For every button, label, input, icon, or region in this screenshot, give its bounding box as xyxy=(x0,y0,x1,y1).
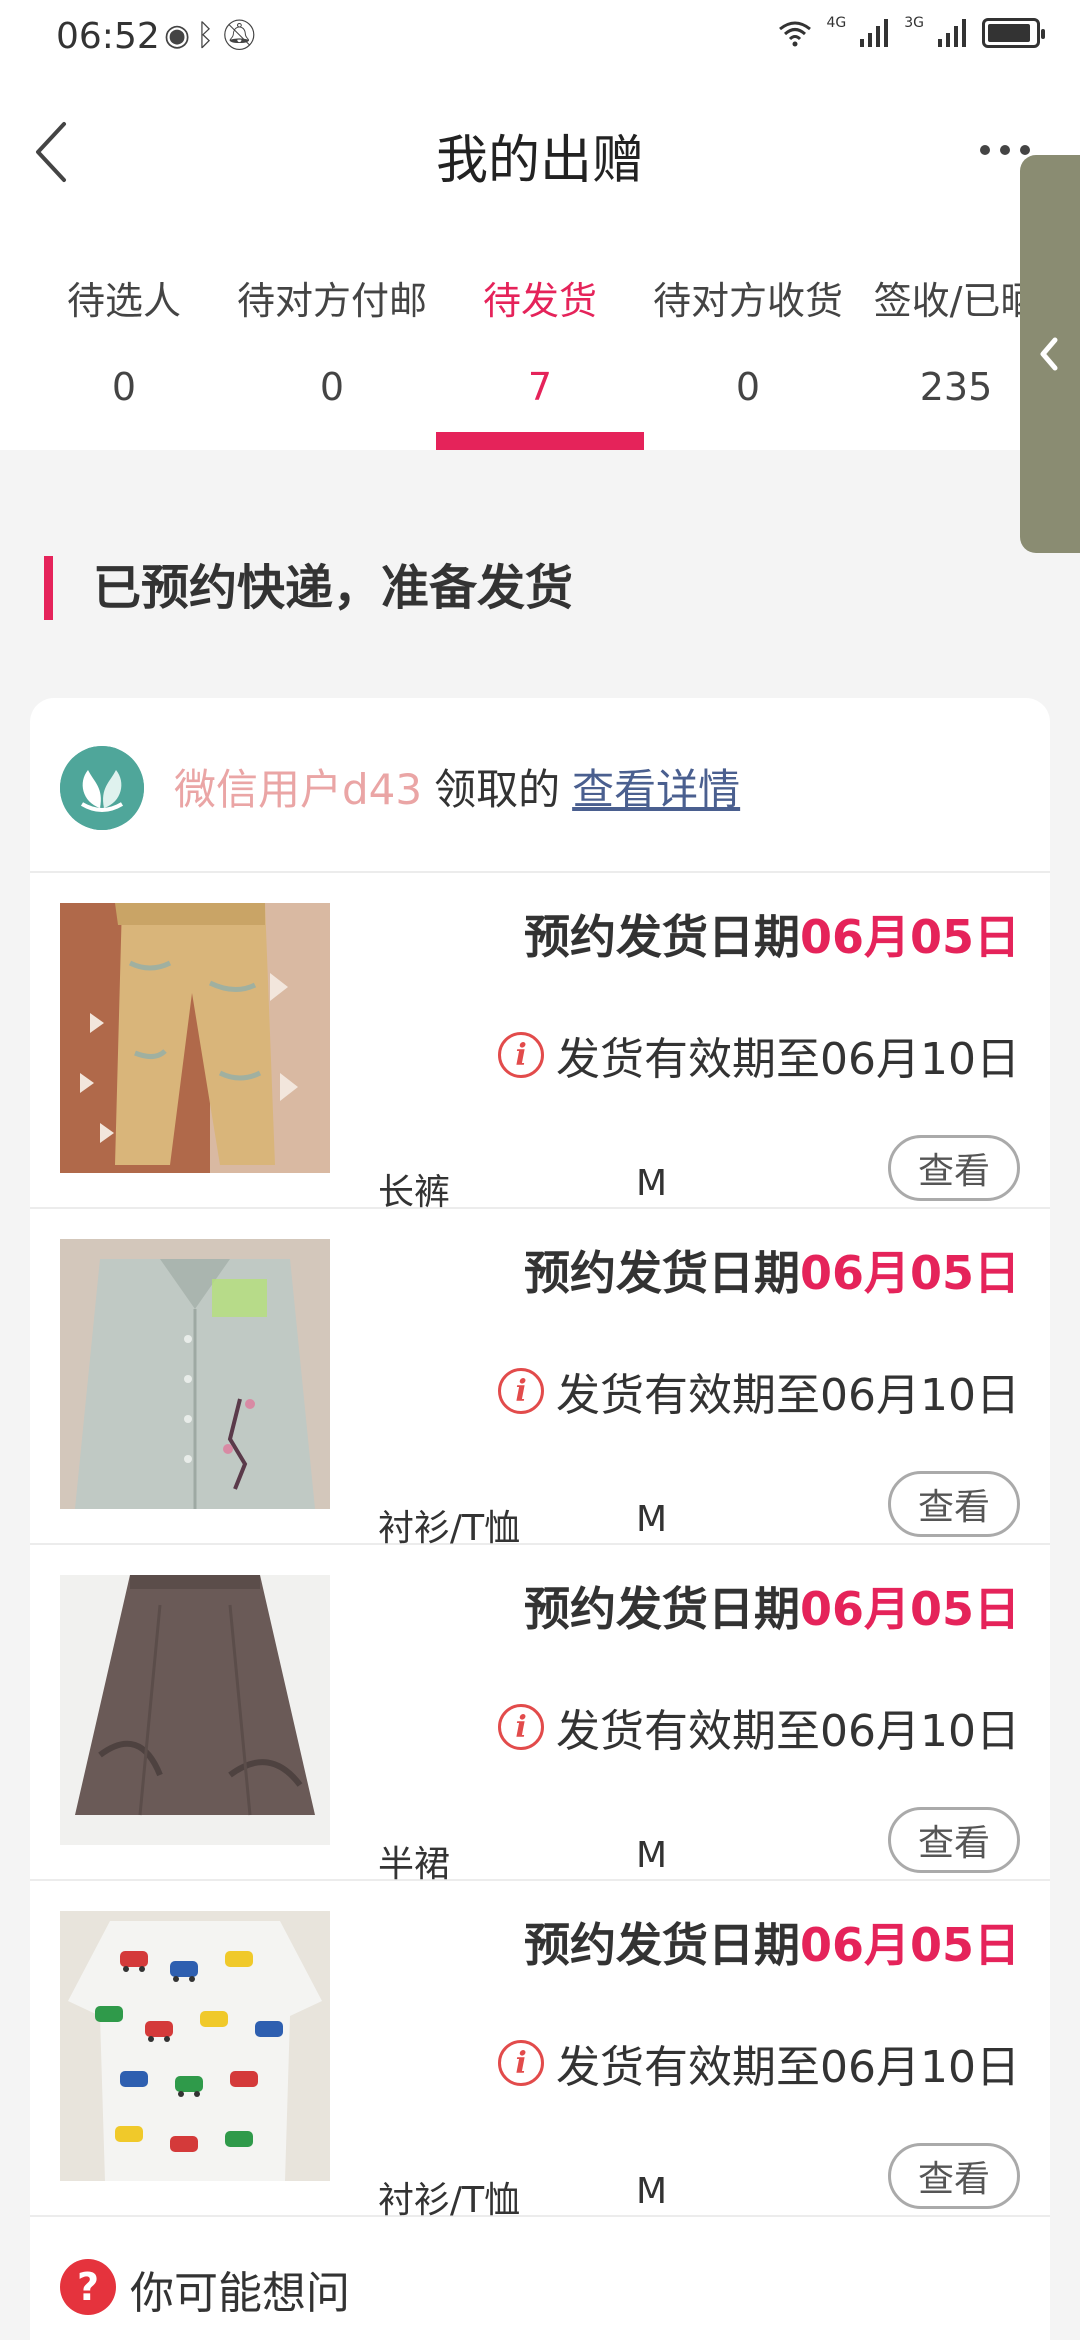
item-size: M xyxy=(636,1163,668,1204)
validity-text: 发货有效期至06月10日 xyxy=(556,1706,1020,1757)
info-icon: i xyxy=(498,1032,545,1078)
tab-label: 待对方收货 xyxy=(652,279,843,323)
tab-count: 0 xyxy=(735,365,761,409)
ship-date-line: 预约发货日期06月05日 xyxy=(524,1237,1020,1303)
item-category: 衬衫/T恤 xyxy=(378,2180,521,2221)
info-icon: i xyxy=(498,1368,545,1414)
list-item: 预约发货日期06月05日 i 发货有效期至06月10日 半裙 M 查看 xyxy=(30,1545,1050,1885)
validity-text: 发货有效期至06月10日 xyxy=(556,2042,1020,2093)
view-button[interactable]: 查看 xyxy=(888,1135,1020,1201)
more-dot-icon xyxy=(980,145,990,155)
app-header: 我的出赠 xyxy=(0,80,1080,230)
side-drawer-handle[interactable] xyxy=(1020,155,1080,553)
more-dot-icon xyxy=(1000,145,1010,155)
page-title: 我的出赠 xyxy=(435,131,644,191)
item-size: M xyxy=(636,2171,668,2212)
validity-row: i 发货有效期至06月10日 xyxy=(498,1023,1020,1087)
more-dot-icon xyxy=(1020,145,1030,155)
status-bar: 06:52 ◉ᛒ🔕︎ 4G 3G xyxy=(0,0,1080,80)
battery-icon xyxy=(982,18,1045,48)
ship-date-value: 06月05日 xyxy=(799,1582,1020,1636)
tab-label: 待发货 xyxy=(482,279,597,323)
tab-label: 待对方付邮 xyxy=(236,279,427,323)
status-time: 06:52 xyxy=(56,16,160,57)
net-label-3g: 3G xyxy=(904,15,924,31)
donation-card: 微信用户d43 领取的 查看详情 预约发货日期06月05日 i 发货有效期至06月10… xyxy=(30,698,1050,2340)
validity-text: 发货有效期至06月10日 xyxy=(556,1034,1020,1085)
tab-pending-select[interactable]: 待选人 0 xyxy=(20,270,228,409)
receiver-name[interactable]: 微信用户d43 xyxy=(174,765,422,814)
validity-row: i 发货有效期至06月10日 xyxy=(498,2031,1020,2095)
tab-count: 0 xyxy=(319,365,345,409)
ship-date-label: 预约发货日期 xyxy=(523,1582,800,1636)
status-tabs: 待选人 0 待对方付邮 0 待发货 7 待对方收货 0 签收/已晒 235 xyxy=(0,230,1080,450)
ship-date-line: 预约发货日期06月05日 xyxy=(524,1573,1020,1639)
ship-date-line: 预约发货日期06月05日 xyxy=(524,1909,1020,1975)
tab-pending-postage[interactable]: 待对方付邮 0 xyxy=(228,270,436,409)
view-button[interactable]: 查看 xyxy=(888,1471,1020,1537)
leaf-logo-icon xyxy=(60,746,144,830)
item-category: 衬衫/T恤 xyxy=(378,1508,521,1549)
signal-icon xyxy=(938,19,966,47)
item-category: 长裤 xyxy=(378,1172,451,1213)
faq-label: 你可能想问 xyxy=(130,2268,350,2319)
mute-bell-icon: 🔕︎ xyxy=(220,18,265,53)
avatar[interactable] xyxy=(60,746,144,830)
ship-date-value: 06月05日 xyxy=(799,1246,1020,1300)
item-photo[interactable] xyxy=(60,1575,330,1845)
info-icon: i xyxy=(498,1704,545,1750)
item-photo[interactable] xyxy=(60,1911,330,2181)
ship-date-label: 预约发货日期 xyxy=(523,1918,800,1972)
tab-pending-receipt[interactable]: 待对方收货 0 xyxy=(644,270,852,409)
view-button[interactable]: 查看 xyxy=(888,1807,1020,1873)
section-title: 已预约快递，准备发货 xyxy=(44,556,573,620)
list-item: 预约发货日期06月05日 i 发货有效期至06月10日 衬衫/T恤 M 查看 xyxy=(30,1881,1050,2221)
eye-icon: ◉ xyxy=(164,18,197,53)
ship-date-value: 06月05日 xyxy=(799,1918,1020,1972)
view-button[interactable]: 查看 xyxy=(888,2143,1020,2209)
validity-text: 发货有效期至06月10日 xyxy=(556,1370,1020,1421)
wifi-icon xyxy=(779,21,812,47)
status-right: 4G 3G xyxy=(778,15,1045,48)
item-photo[interactable] xyxy=(60,903,330,1173)
tab-count: 7 xyxy=(527,365,553,409)
card-header: 微信用户d43 领取的 查看详情 xyxy=(30,698,1050,873)
bluetooth-icon: ᛒ xyxy=(196,18,221,53)
validity-row: i 发货有效期至06月10日 xyxy=(498,1359,1020,1423)
ship-date-value: 06月05日 xyxy=(799,910,1020,964)
tab-count: 0 xyxy=(111,365,137,409)
net-label-4g: 4G xyxy=(826,15,847,31)
status-left-icons: ◉ᛒ🔕︎ xyxy=(164,18,264,53)
active-tab-indicator xyxy=(436,432,644,450)
validity-row: i 发货有效期至06月10日 xyxy=(498,1695,1020,1759)
ship-date-label: 预约发货日期 xyxy=(523,1246,800,1300)
item-photo[interactable] xyxy=(60,1239,330,1509)
view-details-link[interactable]: 查看详情 xyxy=(572,765,740,814)
receiver-line: 微信用户d43 领取的 查看详情 xyxy=(174,756,740,817)
faq-row[interactable]: ? 你可能想问 xyxy=(30,2217,1050,2340)
list-item: 预约发货日期06月05日 i 发货有效期至06月10日 长裤 M 查看 xyxy=(30,873,1050,1213)
tab-label: 待选人 xyxy=(66,279,181,323)
list-item: 预约发货日期06月05日 i 发货有效期至06月10日 衬衫/T恤 M 查看 xyxy=(30,1209,1050,1549)
info-icon: i xyxy=(498,2040,545,2086)
ship-date-label: 预约发货日期 xyxy=(523,910,800,964)
item-category: 半裙 xyxy=(378,1844,451,1885)
signal-icon xyxy=(860,19,889,47)
ship-date-line: 预约发货日期06月05日 xyxy=(524,901,1020,967)
receiver-verb: 领取的 xyxy=(434,765,561,814)
tab-pending-shipment[interactable]: 待发货 7 xyxy=(436,270,644,409)
item-size: M xyxy=(636,1499,668,1540)
question-icon: ? xyxy=(60,2259,116,2315)
chevron-left-icon xyxy=(1040,337,1058,371)
item-size: M xyxy=(636,1835,668,1876)
